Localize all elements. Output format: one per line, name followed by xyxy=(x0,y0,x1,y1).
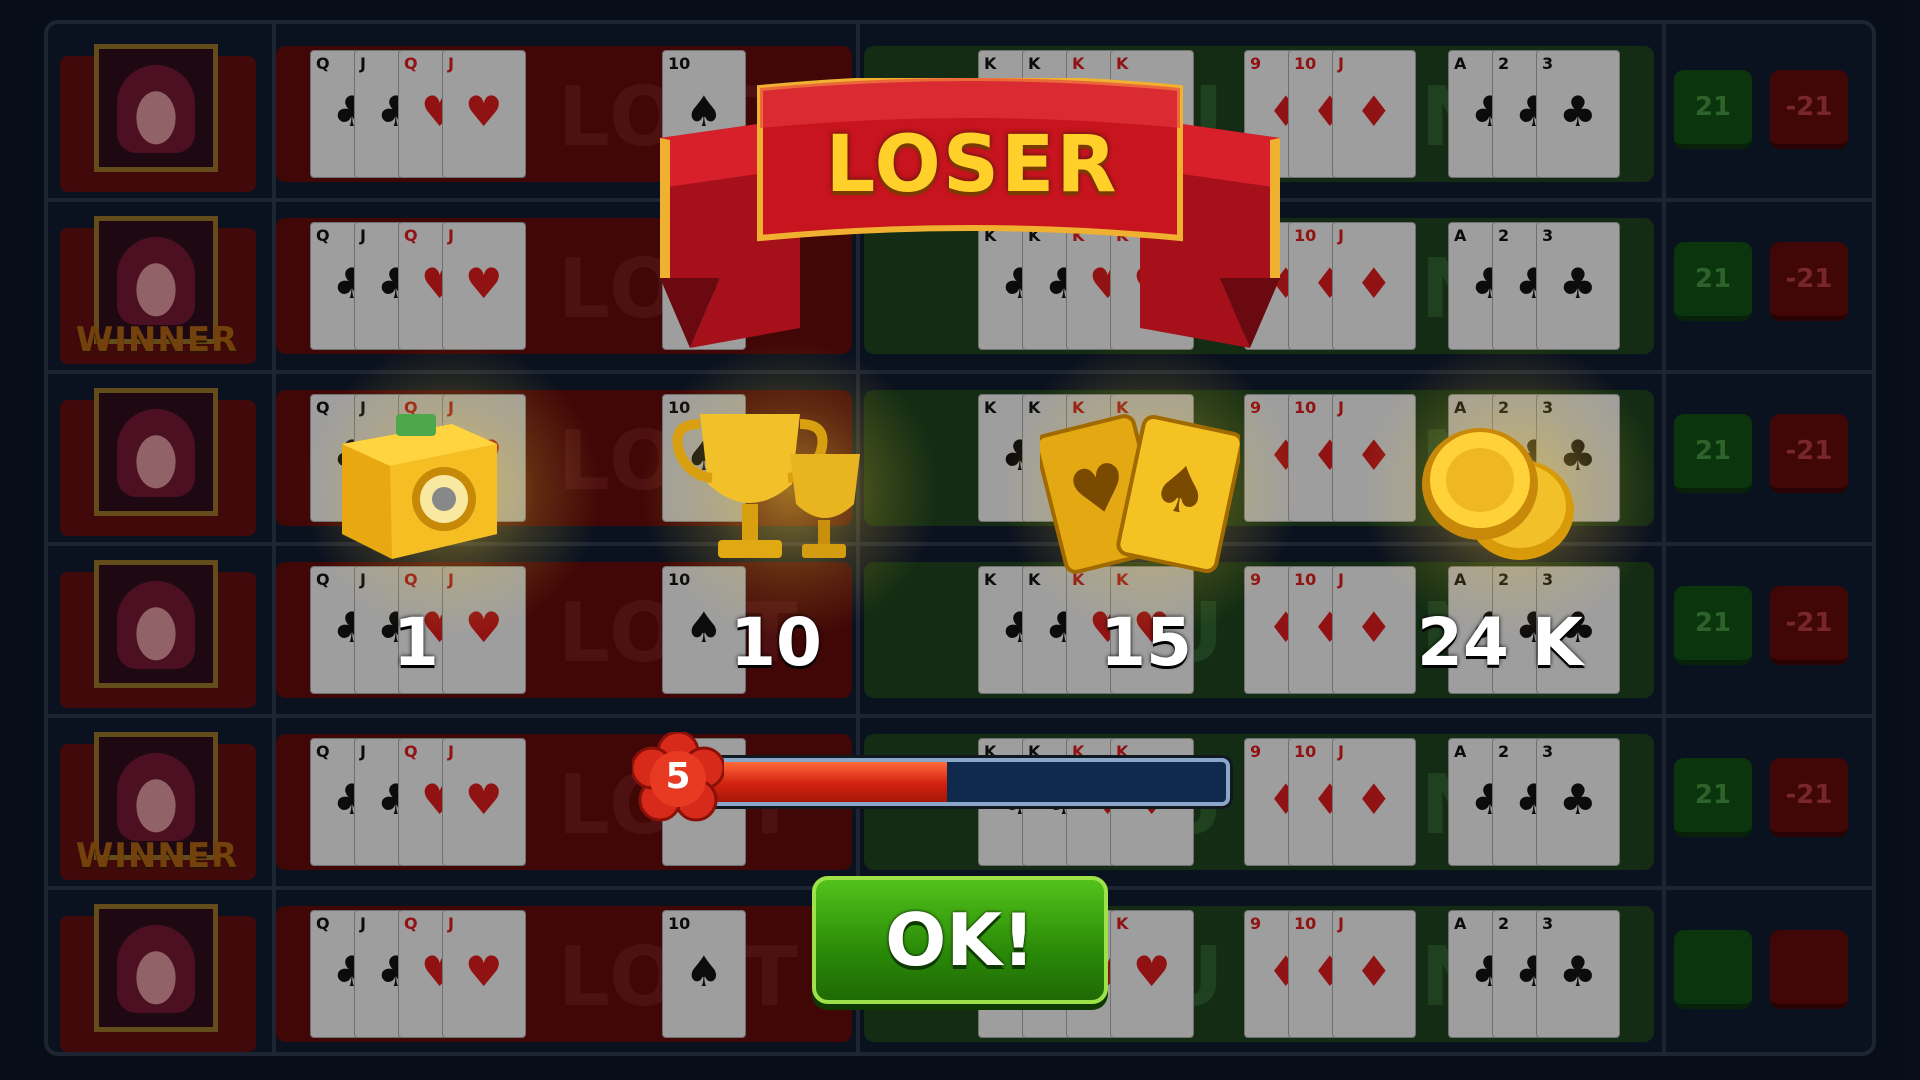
level-progress-bar xyxy=(706,758,1230,806)
coins-count: 24 K xyxy=(1417,604,1583,681)
coins-icon xyxy=(1422,428,1574,560)
vault-icon xyxy=(342,414,497,559)
ok-button-label: OK! xyxy=(885,898,1035,982)
level-progress-fill xyxy=(710,762,948,802)
ok-button[interactable]: OK! xyxy=(812,876,1108,1004)
cards-icon: ♥ ♠ xyxy=(1040,414,1240,574)
level-badge: 5 xyxy=(630,730,726,826)
trophy-icon xyxy=(672,414,860,558)
cards-count: 15 xyxy=(1100,604,1192,681)
result-title: LOSER xyxy=(825,120,1119,210)
level-number: 5 xyxy=(665,756,691,797)
trophy-count: 10 xyxy=(730,604,822,681)
vault-count: 1 xyxy=(393,604,439,681)
